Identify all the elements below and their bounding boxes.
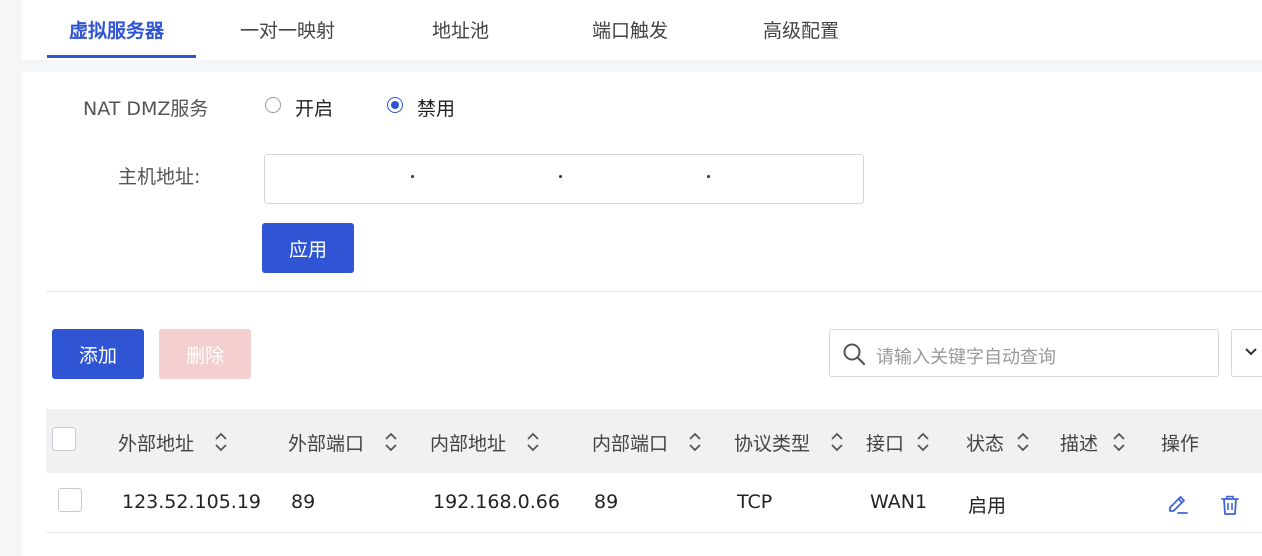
tab-virtual-server[interactable]: 虚拟服务器 [69, 16, 164, 43]
radio-enable-label[interactable]: 开启 [295, 94, 333, 121]
ip-octet-1[interactable] [275, 169, 395, 191]
edit-icon[interactable] [1166, 493, 1190, 517]
trash-icon[interactable] [1218, 493, 1242, 517]
sort-icon[interactable] [1112, 432, 1126, 452]
tab-port-trigger[interactable]: 端口触发 [592, 16, 668, 43]
ip-octet-4[interactable] [721, 169, 851, 191]
column-external-address[interactable]: 外部地址 [118, 429, 194, 456]
column-interface[interactable]: 接口 [866, 429, 904, 456]
sort-icon[interactable] [384, 432, 398, 452]
cell-interface: WAN1 [870, 491, 928, 513]
column-protocol[interactable]: 协议类型 [734, 429, 810, 456]
select-all-checkbox[interactable] [52, 427, 76, 451]
content-panel: NAT DMZ服务 开启 禁用 主机地址: 应用 添加 删除 请输入关键字自动查… [22, 72, 1262, 556]
table-header: 外部地址 外部端口 内部地址 内部端口 协议类型 接口 状态 描述 操作 [46, 409, 1262, 473]
sort-icon[interactable] [1016, 432, 1030, 452]
tab-advanced-config[interactable]: 高级配置 [763, 16, 839, 43]
column-description[interactable]: 描述 [1060, 429, 1098, 456]
search-placeholder: 请输入关键字自动查询 [876, 347, 1056, 368]
section-divider [46, 291, 1262, 292]
add-button[interactable]: 添加 [52, 329, 144, 379]
column-status[interactable]: 状态 [966, 429, 1004, 456]
ip-separator [559, 175, 562, 178]
tab-one-to-one-mapping[interactable]: 一对一映射 [240, 16, 335, 43]
radio-enable[interactable] [265, 97, 281, 113]
sort-icon[interactable] [526, 432, 540, 452]
cell-external-port: 89 [291, 491, 316, 513]
apply-button[interactable]: 应用 [262, 223, 354, 273]
sort-icon[interactable] [214, 432, 228, 452]
chevron-down-icon [1245, 348, 1257, 356]
cell-external-address: 123.52.105.19 [122, 491, 262, 513]
sort-icon[interactable] [688, 432, 702, 452]
column-internal-port[interactable]: 内部端口 [592, 429, 668, 456]
host-ip-input[interactable] [264, 154, 864, 204]
tab-address-pool[interactable]: 地址池 [432, 16, 489, 43]
column-external-port[interactable]: 外部端口 [288, 429, 364, 456]
radio-disable-label[interactable]: 禁用 [417, 94, 455, 121]
dmz-service-label: NAT DMZ服务 [83, 98, 209, 120]
filter-dropdown[interactable] [1231, 329, 1262, 377]
radio-disable[interactable] [387, 97, 403, 113]
ip-octet-3[interactable] [573, 169, 693, 191]
column-actions: 操作 [1161, 433, 1200, 455]
ip-separator [411, 175, 414, 178]
table-row: 123.52.105.19 89 192.168.0.66 89 TCP WAN… [46, 473, 1262, 533]
cell-status: 启用 [968, 495, 1007, 517]
sort-icon[interactable] [916, 432, 930, 452]
active-tab-indicator [47, 55, 196, 58]
column-internal-address[interactable]: 内部地址 [430, 429, 506, 456]
row-checkbox[interactable] [58, 488, 82, 512]
cell-internal-address: 192.168.0.66 [433, 491, 560, 513]
cell-internal-port: 89 [594, 491, 619, 513]
host-address-label: 主机地址: [118, 166, 201, 188]
ip-separator [707, 175, 710, 178]
sort-icon[interactable] [830, 432, 844, 452]
search-input[interactable]: 请输入关键字自动查询 [829, 329, 1219, 377]
cell-protocol: TCP [737, 491, 773, 513]
delete-button[interactable]: 删除 [159, 329, 251, 379]
search-icon [843, 343, 866, 366]
ip-octet-2[interactable] [425, 169, 545, 191]
